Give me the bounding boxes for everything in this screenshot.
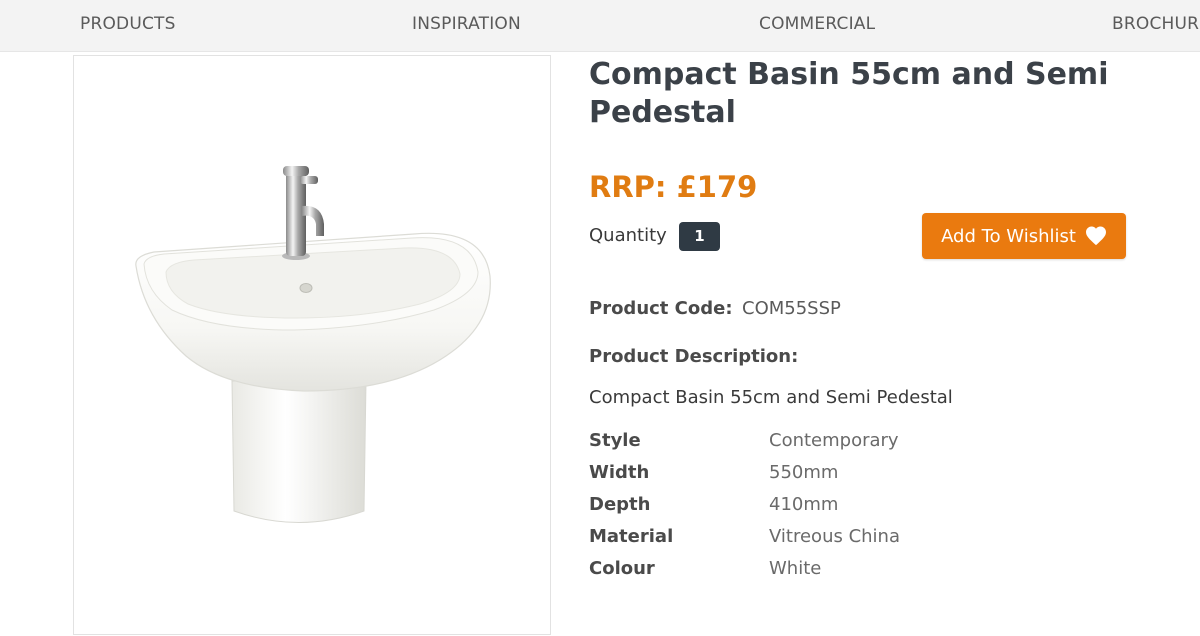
add-to-wishlist-button[interactable]: Add To Wishlist bbox=[922, 213, 1126, 259]
spec-key: Colour bbox=[589, 558, 655, 579]
nav-item-inspiration[interactable]: INSPIRATION bbox=[412, 14, 521, 34]
nav-item-brochures[interactable]: BROCHURES bbox=[1112, 14, 1200, 34]
product-code-label: Product Code: bbox=[589, 298, 733, 319]
wishlist-button-label: Add To Wishlist bbox=[941, 225, 1076, 247]
spec-key: Style bbox=[589, 430, 641, 451]
spec-value: 410mm bbox=[769, 494, 839, 515]
spec-key: Material bbox=[589, 526, 674, 547]
product-price: RRP: £179 bbox=[589, 170, 758, 204]
spec-value: Vitreous China bbox=[769, 526, 900, 547]
product-description-label: Product Description: bbox=[589, 346, 799, 367]
spec-key: Width bbox=[589, 462, 650, 483]
top-navigation: PRODUCTS INSPIRATION COMMERCIAL BROCHURE… bbox=[0, 0, 1200, 52]
heart-icon bbox=[1085, 226, 1106, 246]
spec-value: Contemporary bbox=[769, 430, 899, 451]
nav-item-products[interactable]: PRODUCTS bbox=[80, 14, 176, 34]
quantity-label: Quantity bbox=[589, 225, 667, 246]
basin-with-semi-pedestal-image bbox=[135, 166, 491, 523]
spec-key: Depth bbox=[589, 494, 651, 515]
nav-item-commercial[interactable]: COMMERCIAL bbox=[759, 14, 875, 34]
product-title: Compact Basin 55cm and Semi Pedestal bbox=[589, 57, 1109, 130]
product-code-value: COM55SSP bbox=[742, 298, 841, 319]
quantity-input[interactable]: 1 bbox=[679, 222, 720, 251]
product-description-text: Compact Basin 55cm and Semi Pedestal bbox=[589, 387, 953, 408]
spec-value: White bbox=[769, 558, 822, 579]
spec-value: 550mm bbox=[769, 462, 839, 483]
product-image-panel[interactable] bbox=[73, 55, 551, 635]
